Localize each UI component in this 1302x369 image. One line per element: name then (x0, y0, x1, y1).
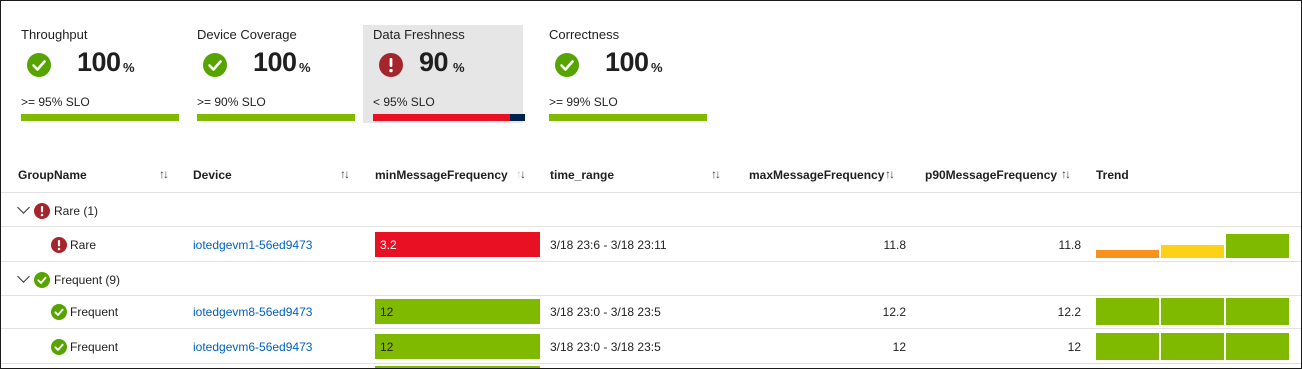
min-frequency-cell: 3.2 (375, 232, 540, 257)
row-group-name: Frequent (70, 340, 119, 354)
min-frequency-cell: 12 (375, 299, 540, 324)
trend-bar (1226, 333, 1289, 360)
row-group-name: Rare (70, 238, 97, 252)
tile-correctness[interactable]: Correctness 100 % >= 99% SLO (539, 25, 707, 123)
tile-title: Correctness (549, 27, 620, 42)
chevron-down-icon[interactable] (17, 270, 30, 283)
trend-bar (1161, 298, 1224, 325)
check-circle-icon (27, 53, 51, 77)
chevron-down-icon[interactable] (17, 201, 30, 214)
sort-icon[interactable]: ↑↓ (885, 167, 895, 181)
sort-descending-icon[interactable]: ↑↓ (516, 167, 526, 181)
trend-bar (1096, 298, 1159, 325)
max-frequency-value: 11.8 (883, 238, 906, 252)
min-frequency-value: 12 (380, 340, 394, 354)
time-range-value: 3/18 23:6 - 3/18 23:11 (550, 238, 667, 252)
tile-title: Throughput (21, 27, 88, 42)
table-row: Frequent iotedgevm6-56ed9473 12 3/18 23:… (1, 330, 1301, 364)
column-header-groupname[interactable]: GroupName (18, 168, 87, 182)
trend-bar (1096, 333, 1159, 360)
table-row: Frequent iotedgevm8-56ed9473 12 3/18 23:… (1, 295, 1301, 329)
tile-unit: % (123, 60, 135, 75)
tile-device-coverage[interactable]: Device Coverage 100 % >= 90% SLO (187, 25, 355, 123)
min-frequency-value: 3.2 (380, 238, 397, 252)
sort-icon[interactable]: ↑↓ (711, 167, 721, 181)
group-label: Rare (1) (54, 204, 99, 218)
device-link[interactable]: iotedgevm1-56ed9473 (193, 238, 312, 252)
group-row-rare[interactable]: Rare (1) (1, 194, 1301, 227)
min-frequency-value: 12 (380, 305, 394, 319)
tile-title: Device Coverage (197, 27, 297, 42)
column-header-maxmessagefrequency[interactable]: maxMessageFrequency (749, 168, 884, 182)
grid-header: GroupName ↑↓ Device ↑↓ minMessageFrequen… (1, 159, 1301, 193)
tile-value: 100 (77, 47, 121, 77)
p90-frequency-value: 12.2 (1057, 305, 1081, 319)
trend-bar (1161, 333, 1224, 360)
trend-bar (1161, 244, 1224, 258)
error-circle-icon (379, 53, 403, 77)
column-header-device[interactable]: Device (193, 168, 232, 182)
error-circle-icon (34, 203, 50, 219)
tile-slo: < 95% SLO (373, 95, 435, 109)
tile-throughput[interactable]: Throughput 100 % >= 95% SLO (11, 25, 179, 123)
tile-progress-bar (373, 114, 525, 121)
min-frequency-cell: 12 (375, 334, 540, 359)
trend-bar (1226, 298, 1289, 325)
tile-data-freshness[interactable]: Data Freshness 90 % < 95% SLO (363, 25, 525, 123)
p90-frequency-value: 11.8 (1058, 238, 1081, 252)
trend-sparkline (1096, 298, 1289, 325)
tile-title: Data Freshness (373, 27, 465, 42)
tile-slo: >= 95% SLO (21, 95, 90, 109)
error-circle-icon (51, 237, 67, 253)
trend-sparkline (1096, 333, 1289, 360)
workbook-panel: Throughput 100 % >= 95% SLO Device Cover… (0, 0, 1302, 369)
tile-progress-fill (373, 114, 510, 121)
tile-unit: % (299, 60, 311, 75)
trend-sparkline (1096, 231, 1289, 258)
time-range-value: 3/18 23:0 - 3/18 23:5 (550, 305, 661, 319)
tile-progress-bar (21, 114, 179, 121)
column-header-time-range[interactable]: time_range (550, 168, 614, 182)
tile-value: 100 (605, 47, 649, 77)
check-circle-icon (555, 53, 579, 77)
sort-icon[interactable]: ↑↓ (1061, 167, 1071, 181)
device-link[interactable]: iotedgevm6-56ed9473 (193, 340, 312, 354)
p90-frequency-value: 12 (1067, 340, 1081, 354)
group-row-frequent[interactable]: Frequent (9) (1, 263, 1301, 296)
check-circle-icon (51, 339, 67, 355)
tile-unit: % (453, 60, 465, 75)
time-range-value: 3/18 23:0 - 3/18 23:5 (550, 340, 661, 354)
column-header-trend: Trend (1096, 168, 1129, 182)
max-frequency-value: 12 (892, 340, 906, 354)
tile-progress-bar (549, 114, 707, 121)
row-group-name: Frequent (70, 305, 119, 319)
tile-slo: >= 90% SLO (197, 95, 266, 109)
sort-icon[interactable]: ↑↓ (159, 167, 169, 181)
tile-progress-bar (197, 114, 355, 121)
column-header-minmessagefrequency[interactable]: minMessageFrequency (375, 168, 508, 182)
tile-value: 90 (419, 47, 449, 77)
column-header-p90messagefrequency[interactable]: p90MessageFrequency (925, 168, 1057, 182)
tile-slo: >= 99% SLO (549, 95, 618, 109)
trend-bar (1096, 249, 1159, 258)
tile-unit: % (651, 60, 663, 75)
check-circle-icon (203, 53, 227, 77)
table-row: Rare iotedgevm1-56ed9473 3.2 3/18 23:6 -… (1, 228, 1301, 262)
tile-value: 100 (253, 47, 297, 77)
check-circle-icon (34, 272, 50, 288)
group-label: Frequent (9) (54, 273, 121, 287)
device-link[interactable]: iotedgevm8-56ed9473 (193, 305, 312, 319)
max-frequency-value: 12.2 (882, 305, 906, 319)
trend-bar (1226, 234, 1289, 258)
sort-icon[interactable]: ↑↓ (340, 167, 350, 181)
check-circle-icon (51, 304, 67, 320)
